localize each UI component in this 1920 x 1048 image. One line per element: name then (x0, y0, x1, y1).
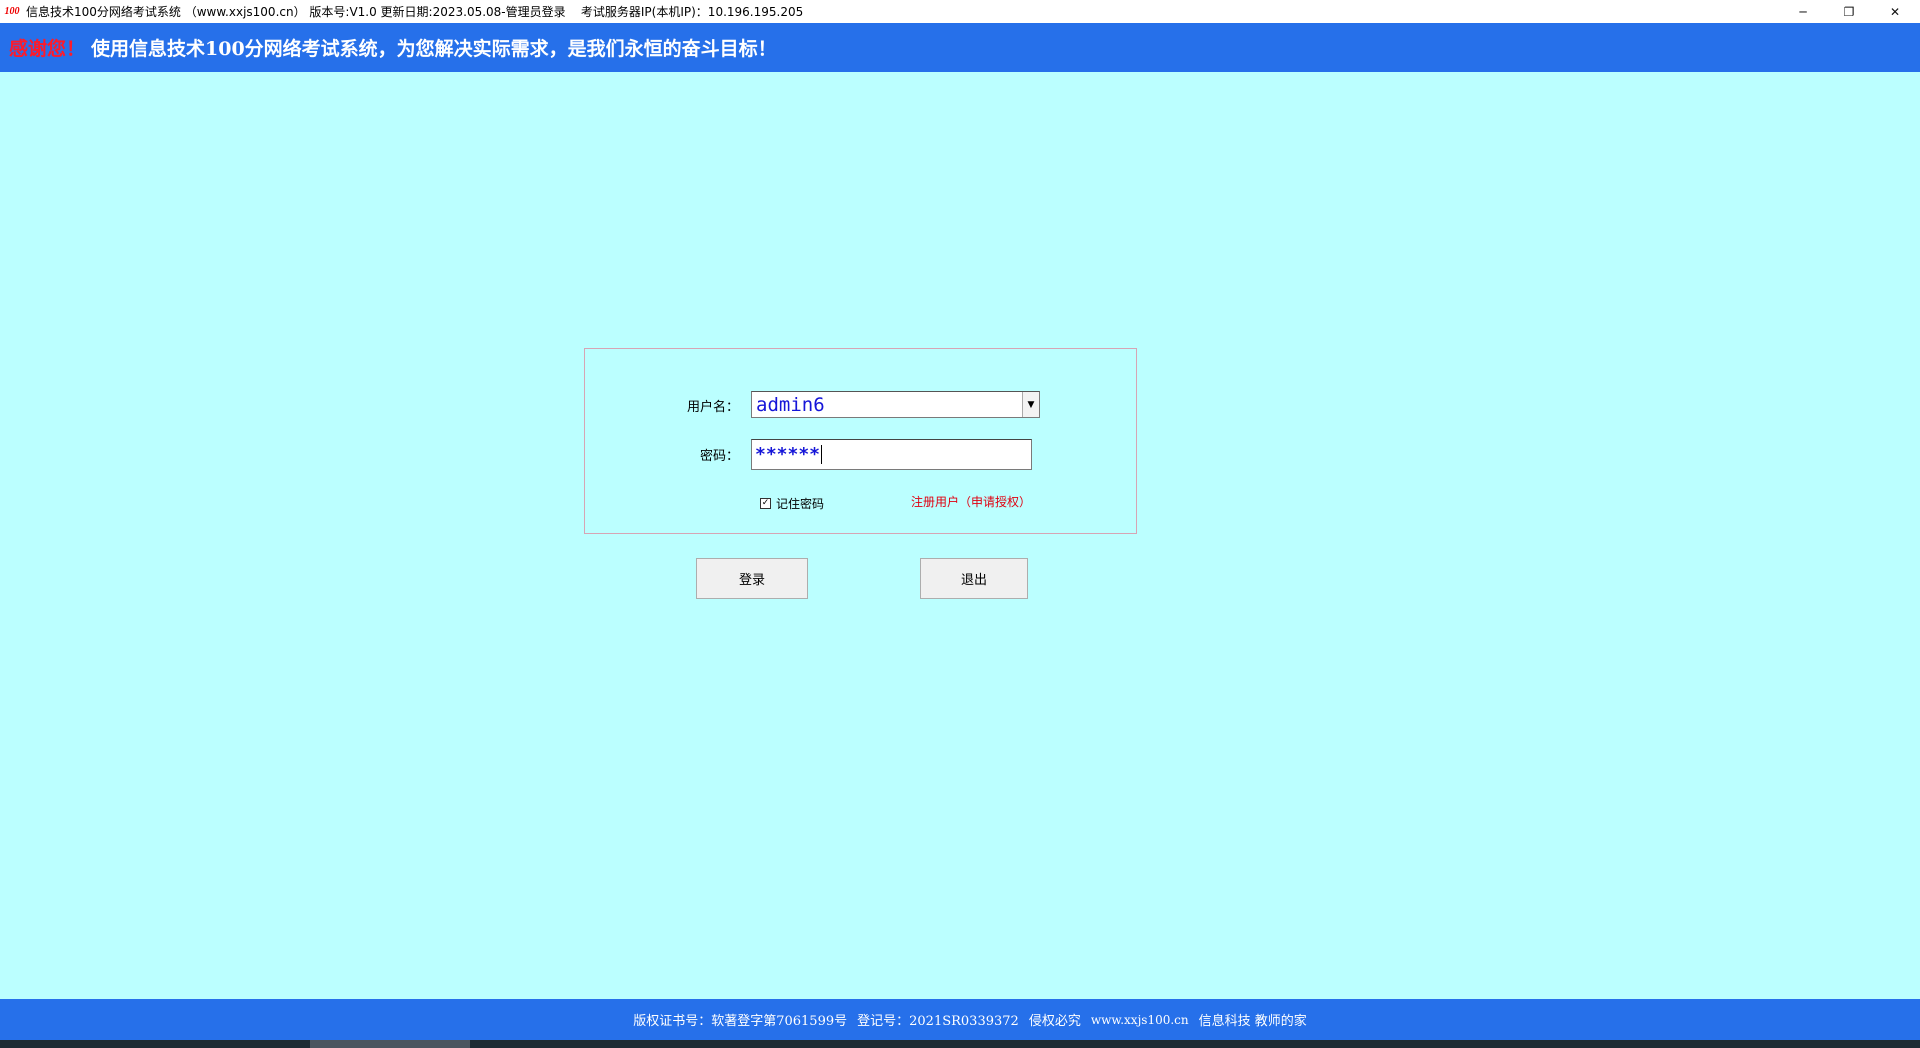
restore-button[interactable]: ❐ (1826, 0, 1872, 23)
username-label: 用户名： (686, 400, 739, 415)
footer-notice: 侵权必究 (1028, 1014, 1081, 1029)
window-title: 信息技术100分网络考试系统 （www.xxjs100.cn） 版本号:V1.0… (26, 5, 804, 19)
footer-copyright: 版权证书号：软著登字第7061599号 (633, 1014, 848, 1029)
footer-bar: 版权证书号：软著登字第7061599号 登记号：2021SR0339372 侵权… (0, 999, 1920, 1040)
banner-thanks: 感谢您！ (9, 38, 86, 60)
footer-brand: 信息科技 教师的家 (1198, 1014, 1307, 1029)
banner-slogan: 使用信息技术100分网络考试系统，为您解决实际需求，是我们永恒的奋斗目标！ (91, 38, 777, 60)
register-user-link[interactable]: 注册用户（申请授权） (911, 493, 1031, 510)
username-input[interactable]: admin6 (752, 394, 1022, 416)
footer-registration: 登记号：2021SR0339372 (857, 1014, 1019, 1029)
remember-password-label[interactable]: 记住密码 (776, 495, 824, 512)
close-button[interactable]: ✕ (1872, 0, 1918, 23)
taskbar-active-item[interactable] (310, 1040, 470, 1048)
window-titlebar: 100 信息技术100分网络考试系统 （www.xxjs100.cn） 版本号:… (0, 0, 1920, 23)
password-label: 密码： (699, 449, 739, 464)
app-logo-icon: 100 (4, 6, 20, 17)
minimize-button[interactable]: ─ (1780, 0, 1826, 23)
remember-password-checkbox[interactable]: ✓ (760, 498, 771, 509)
remember-password-option[interactable]: ✓ 记住密码 (760, 495, 824, 512)
taskbar (0, 1040, 1920, 1048)
footer-website: www.xxjs100.cn (1090, 1012, 1189, 1027)
exit-button[interactable]: 退出 (920, 558, 1028, 599)
text-caret (821, 445, 823, 464)
password-input[interactable]: ****** (751, 439, 1032, 470)
login-button[interactable]: 登录 (696, 558, 808, 599)
dropdown-arrow-icon[interactable]: ▼ (1022, 392, 1039, 417)
username-combobox[interactable]: admin6 ▼ (751, 391, 1040, 418)
top-banner: 感谢您！ 使用信息技术100分网络考试系统，为您解决实际需求，是我们永恒的奋斗目… (0, 23, 1920, 72)
password-value: ****** (755, 444, 821, 465)
